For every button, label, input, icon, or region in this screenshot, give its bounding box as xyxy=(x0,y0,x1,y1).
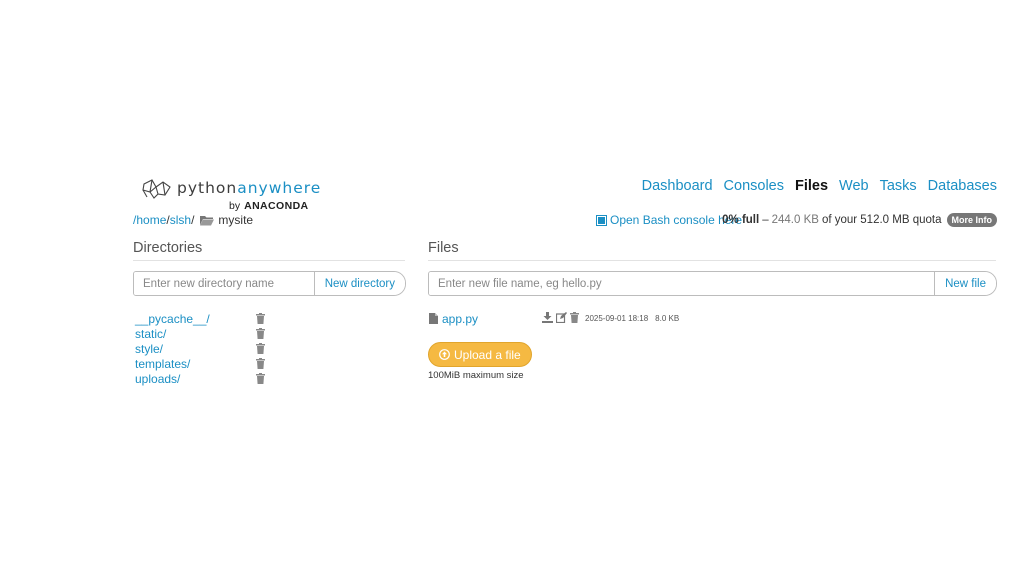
nav-dashboard[interactable]: Dashboard xyxy=(642,178,713,194)
trash-icon[interactable] xyxy=(256,358,265,369)
open-bash-console-link[interactable]: Open Bash console here xyxy=(596,213,742,227)
file-meta: 2025-09-01 18:18 8.0 KB xyxy=(585,314,679,323)
list-item: app.py 2025-09-01 18:18 8.0 KB xyxy=(429,311,689,326)
logo-by-anaconda: by ANACONDA xyxy=(229,200,309,212)
list-item: style/ xyxy=(135,341,265,356)
breadcrumb-separator: / xyxy=(191,213,195,227)
file-modified: 2025-09-01 18:18 xyxy=(585,314,649,323)
directory-link[interactable]: templates/ xyxy=(135,357,190,371)
new-file-form: New file xyxy=(428,271,997,296)
file-list: app.py 2025-09-01 18:18 8.0 KB xyxy=(429,311,689,326)
upload-button-label: Upload a file xyxy=(454,347,521,362)
pythonanywhere-logo[interactable]: pythonanywhere by ANACONDA xyxy=(141,178,320,214)
new-directory-form: New directory xyxy=(133,271,406,296)
nav-consoles[interactable]: Consoles xyxy=(724,178,784,194)
quota-dash: – xyxy=(762,214,769,226)
files-heading: Files xyxy=(428,240,996,261)
directory-link[interactable]: static/ xyxy=(135,327,166,341)
new-file-input[interactable] xyxy=(429,272,935,295)
directory-link[interactable]: __pycache__/ xyxy=(135,312,210,326)
trash-icon[interactable] xyxy=(256,328,265,339)
file-icon xyxy=(429,313,438,324)
more-info-badge[interactable]: More Info xyxy=(946,213,997,227)
breadcrumb: / home / slsh / mysite xyxy=(133,213,253,227)
breadcrumb-home[interactable]: home xyxy=(136,213,166,227)
breadcrumb-current: mysite xyxy=(218,213,254,227)
upload-size-note: 100MiB maximum size xyxy=(428,370,524,381)
directory-link[interactable]: uploads/ xyxy=(135,372,180,386)
quota-used: 244.0 KB xyxy=(771,214,819,226)
file-actions xyxy=(542,311,579,326)
file-entry: app.py xyxy=(429,312,542,326)
logo-wordmark: pythonanywhere xyxy=(177,179,322,197)
nav-databases[interactable]: Databases xyxy=(928,178,997,194)
folder-open-icon xyxy=(200,215,215,226)
download-icon[interactable] xyxy=(542,311,553,326)
list-item: uploads/ xyxy=(135,371,265,386)
console-icon xyxy=(596,214,607,226)
quota-total: of your 512.0 MB quota xyxy=(821,214,942,226)
quota-percent: 0% full xyxy=(722,214,760,226)
python-logo-icon xyxy=(142,179,171,199)
new-file-button[interactable]: New file xyxy=(934,272,996,295)
nav-files[interactable]: Files xyxy=(795,178,828,194)
directory-list: __pycache__/ static/ style/ templates/ u… xyxy=(135,311,265,386)
trash-icon[interactable] xyxy=(256,343,265,354)
directories-heading: Directories xyxy=(133,240,405,261)
quota-info: 0% full – 244.0 KB of your 512.0 MB quot… xyxy=(722,213,997,227)
nav-tasks[interactable]: Tasks xyxy=(880,178,917,194)
breadcrumb-user[interactable]: slsh xyxy=(170,213,191,227)
trash-icon[interactable] xyxy=(256,373,265,384)
upload-file-button[interactable]: Upload a file xyxy=(428,342,532,367)
edit-icon[interactable] xyxy=(555,311,567,326)
top-nav: Dashboard Consoles Files Web Tasks Datab… xyxy=(642,178,997,194)
trash-icon[interactable] xyxy=(570,311,579,326)
directory-link[interactable]: style/ xyxy=(135,342,163,356)
file-link[interactable]: app.py xyxy=(442,312,478,326)
trash-icon[interactable] xyxy=(256,313,265,324)
list-item: static/ xyxy=(135,326,265,341)
new-directory-button[interactable]: New directory xyxy=(313,272,405,295)
list-item: templates/ xyxy=(135,356,265,371)
new-directory-input[interactable] xyxy=(134,272,314,295)
file-size: 8.0 KB xyxy=(655,314,680,323)
nav-web[interactable]: Web xyxy=(839,178,869,194)
upload-circle-icon xyxy=(439,349,450,360)
list-item: __pycache__/ xyxy=(135,311,265,326)
